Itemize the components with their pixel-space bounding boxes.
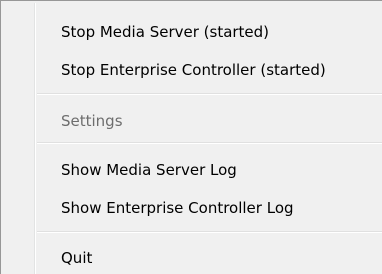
menu-item-label: Stop Enterprise Controller (started) [61, 61, 326, 79]
menu-item-show-media-server-log[interactable]: Show Media Server Log [3, 155, 381, 185]
menu-separator [37, 231, 382, 233]
menu-item-quit[interactable]: Quit [3, 243, 381, 273]
menu-item-settings: Settings [3, 106, 381, 136]
menu-item-label: Stop Media Server (started) [61, 23, 270, 41]
menu-item-stop-media-server[interactable]: Stop Media Server (started) [3, 17, 381, 47]
menu-separator [37, 93, 382, 95]
menu-item-label: Quit [61, 249, 93, 267]
menu-separator [37, 142, 382, 144]
menu-item-label: Show Enterprise Controller Log [61, 199, 294, 217]
context-menu: Stop Media Server (started) Stop Enterpr… [0, 0, 382, 274]
menu-item-stop-enterprise-controller[interactable]: Stop Enterprise Controller (started) [3, 55, 381, 85]
menu-item-label: Settings [61, 112, 123, 130]
menu-item-label: Show Media Server Log [61, 161, 237, 179]
menu-item-show-enterprise-controller-log[interactable]: Show Enterprise Controller Log [3, 193, 381, 223]
